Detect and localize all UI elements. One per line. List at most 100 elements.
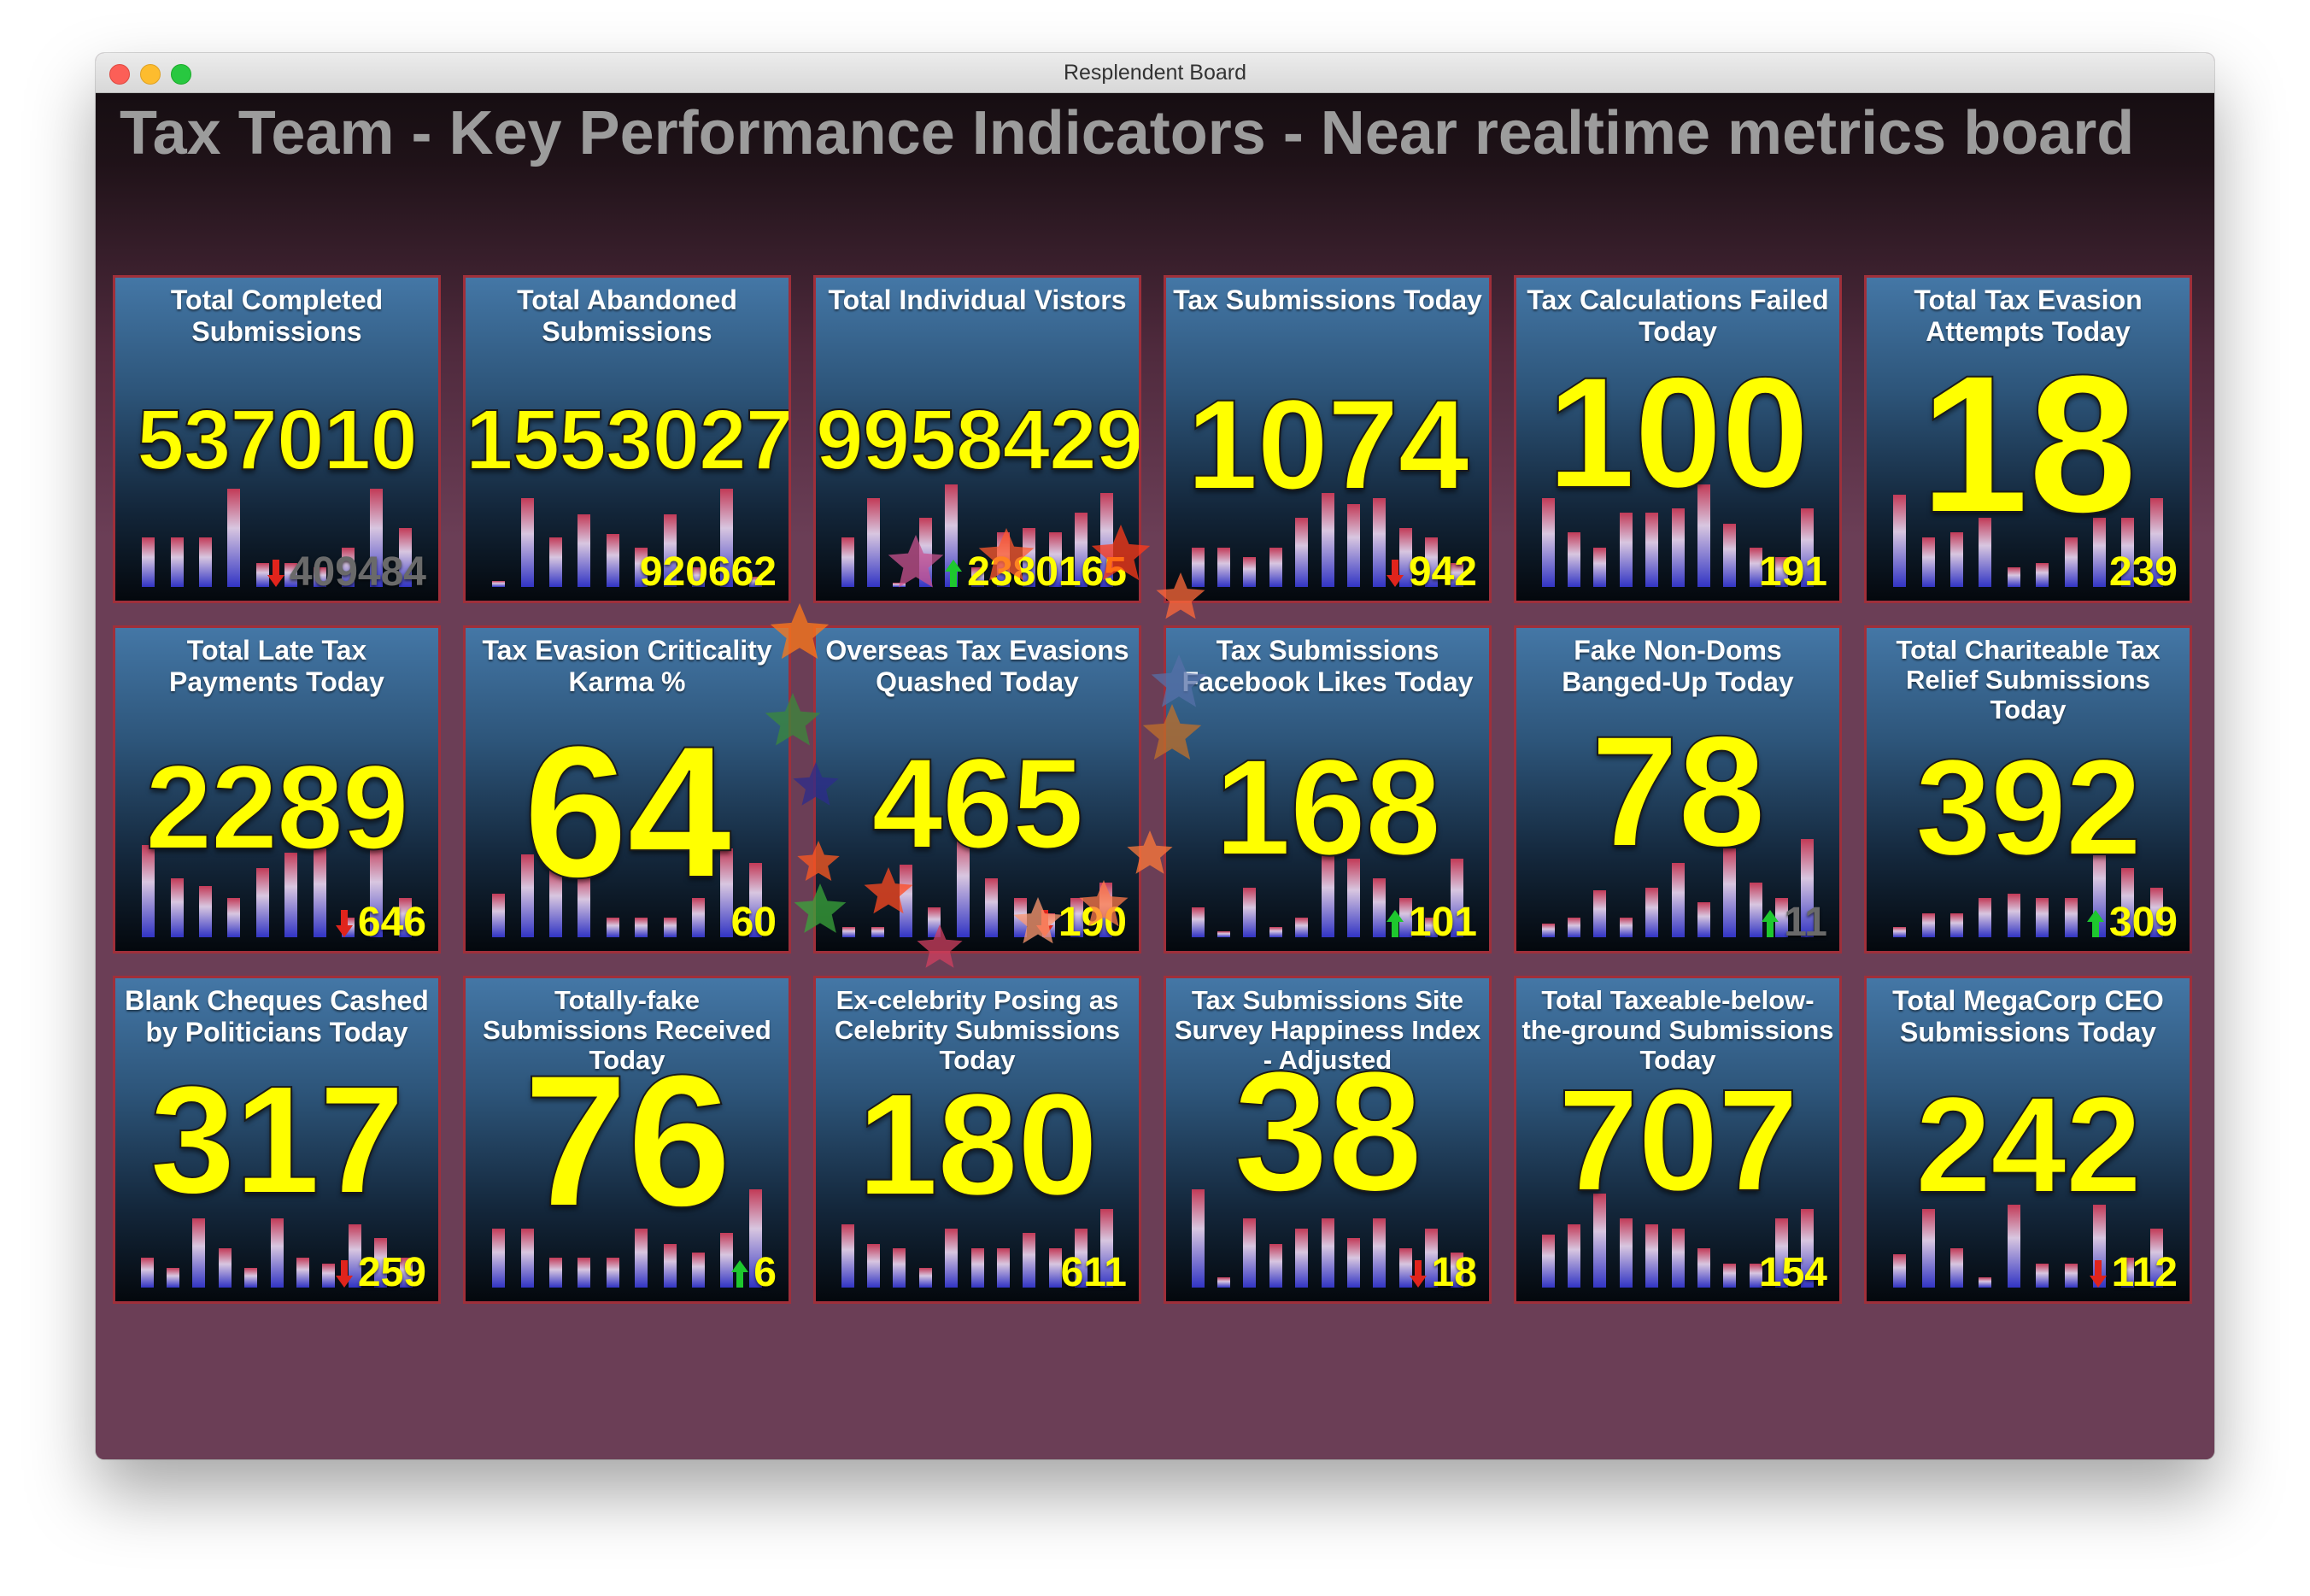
- kpi-tile[interactable]: Tax Calculations Failed Today 100 191: [1514, 275, 1842, 603]
- kpi-previous-value: 309: [2108, 900, 2178, 945]
- history-bar: [607, 534, 619, 587]
- kpi-title: Fake Non-Doms Banged-Up Today: [1562, 635, 1794, 697]
- history-bar: [1620, 513, 1633, 587]
- kpi-value: 537010: [136, 392, 419, 488]
- kpi-tile[interactable]: Ex-celebrity Posing as Celebrity Submiss…: [813, 976, 1141, 1304]
- trend-down-arrow-icon: [1035, 908, 1055, 939]
- history-bar: [867, 1244, 880, 1288]
- history-bar: [199, 886, 212, 937]
- kpi-tile[interactable]: Total Tax Evasion Attempts Today 18 239: [1864, 275, 2192, 603]
- trend-up-arrow-icon: [1760, 908, 1780, 939]
- kpi-previous-value: 920662: [639, 549, 777, 595]
- history-bar: [227, 898, 240, 937]
- history-bar: [2036, 1264, 2049, 1288]
- history-bar: [997, 1248, 1010, 1288]
- history-bar: [1217, 548, 1230, 587]
- history-bar: [2036, 563, 2049, 587]
- history-bar: [945, 1229, 958, 1288]
- history-bar: [492, 1229, 505, 1288]
- kpi-value: 1553027: [466, 392, 791, 488]
- kpi-tile[interactable]: Total Abandoned Submissions 1553027 920662: [463, 275, 791, 603]
- history-bar: [199, 537, 212, 587]
- kpi-tile[interactable]: Tax Submissions Facebook Likes Today 168 1…: [1164, 625, 1492, 953]
- kpi-tile[interactable]: Fake Non-Doms Banged-Up Today 78 11: [1514, 625, 1842, 953]
- history-bar: [2008, 567, 2020, 587]
- kpi-tile[interactable]: Tax Evasion Criticality Karma % 64 60: [463, 625, 791, 953]
- window-titlebar[interactable]: Resplendent Board: [96, 53, 2214, 93]
- kpi-previous-value: 6: [753, 1250, 777, 1295]
- kpi-value: 465: [871, 731, 1084, 875]
- history-bar: [867, 498, 880, 587]
- history-bar: [1243, 888, 1256, 937]
- kpi-title: Total Late Tax Payments Today: [169, 635, 384, 697]
- history-bar: [1645, 1224, 1658, 1288]
- kpi-tile[interactable]: Total Individual Vistors 9958429 2380165: [813, 275, 1141, 603]
- kpi-tile[interactable]: Tax Submissions Site Survey Happiness In…: [1164, 976, 1492, 1304]
- history-bar: [142, 537, 155, 587]
- kpi-tile[interactable]: Blank Cheques Cashed by Politicians Toda…: [113, 976, 441, 1304]
- kpi-tile[interactable]: Total Late Tax Payments Today 2289 646: [113, 625, 441, 953]
- history-bar: [1542, 924, 1555, 937]
- history-bar: [1217, 1277, 1230, 1288]
- history-bar: [1950, 913, 1963, 937]
- kpi-title: Blank Cheques Cashed by Politicians Toda…: [125, 985, 429, 1047]
- history-bar: [919, 518, 932, 587]
- kpi-title: Tax Submissions Today: [1173, 285, 1482, 315]
- kpi-value: 168: [1214, 731, 1442, 883]
- history-bar: [928, 907, 941, 937]
- history-bar: [1620, 1218, 1633, 1288]
- history-bar: [492, 581, 505, 587]
- kpi-tile[interactable]: Total Completed Submissions 537010 409484: [113, 275, 441, 603]
- history-bar: [1243, 1218, 1256, 1288]
- kpi-title: Total Abandoned Submissions: [517, 285, 737, 347]
- kpi-title: Tax Evasion Criticality Karma %: [482, 635, 772, 697]
- trend-down-arrow-icon: [1408, 1259, 1428, 1289]
- board-content: Tax Team - Key Performance Indicators - …: [96, 93, 2214, 1459]
- history-bar: [1979, 898, 1991, 937]
- history-bar: [1723, 524, 1736, 587]
- kpi-previous-value: 2380165: [967, 549, 1127, 595]
- kpi-title: Total Completed Submissions: [170, 285, 384, 347]
- kpi-tile[interactable]: Total MegaCorp CEO Submissions Today 242 1…: [1864, 976, 2192, 1304]
- kpi-value: 1074: [1186, 373, 1470, 516]
- history-bar: [1593, 548, 1606, 587]
- history-bar: [1568, 1224, 1580, 1288]
- history-bar: [1373, 878, 1386, 937]
- history-bar: [607, 918, 619, 937]
- history-bar: [1645, 888, 1658, 937]
- history-bar: [1893, 927, 1906, 937]
- history-bar: [167, 1268, 179, 1288]
- history-bar: [244, 1268, 257, 1288]
- trend-up-arrow-icon: [1385, 908, 1405, 939]
- kpi-previous-value: 611: [1060, 1250, 1127, 1295]
- history-bar: [549, 537, 562, 587]
- trend-up-arrow-icon: [2085, 908, 2106, 939]
- history-bar: [1723, 1264, 1736, 1288]
- history-bar: [893, 583, 906, 587]
- history-bar: [1620, 918, 1633, 937]
- history-bar: [893, 1248, 906, 1288]
- kpi-value: 76: [523, 1036, 733, 1246]
- kpi-value: 38: [1233, 1036, 1423, 1227]
- history-bar: [985, 878, 998, 937]
- history-bar: [1697, 902, 1710, 937]
- history-bar: [1950, 1248, 1963, 1288]
- history-bar: [171, 878, 184, 937]
- history-bar: [1893, 1254, 1906, 1288]
- trend-down-arrow-icon: [266, 558, 286, 589]
- kpi-tile[interactable]: Tax Submissions Today 1074 942: [1164, 275, 1492, 603]
- kpi-tile[interactable]: Totally-fake Submissions Received Today 7…: [463, 976, 791, 1304]
- kpi-value: 100: [1546, 345, 1810, 521]
- kpi-previous-value: 112: [2111, 1250, 2178, 1295]
- kpi-tile[interactable]: Overseas Tax Evasions Quashed Today 465 19…: [813, 625, 1141, 953]
- trend-down-arrow-icon: [2088, 1259, 2108, 1289]
- history-bar: [1295, 518, 1308, 587]
- history-bar: [900, 865, 912, 937]
- kpi-title: Tax Submissions Facebook Likes Today: [1181, 635, 1474, 697]
- kpi-tile[interactable]: Total Chariteable Tax Relief Submissions…: [1864, 625, 2192, 953]
- kpi-title: Tax Calculations Failed Today: [1527, 285, 1829, 347]
- history-bar: [635, 918, 648, 937]
- trend-up-arrow-icon: [943, 558, 964, 589]
- history-bar: [1269, 548, 1282, 587]
- kpi-tile[interactable]: Total Taxeable-below-the-ground Submissi…: [1514, 976, 1842, 1304]
